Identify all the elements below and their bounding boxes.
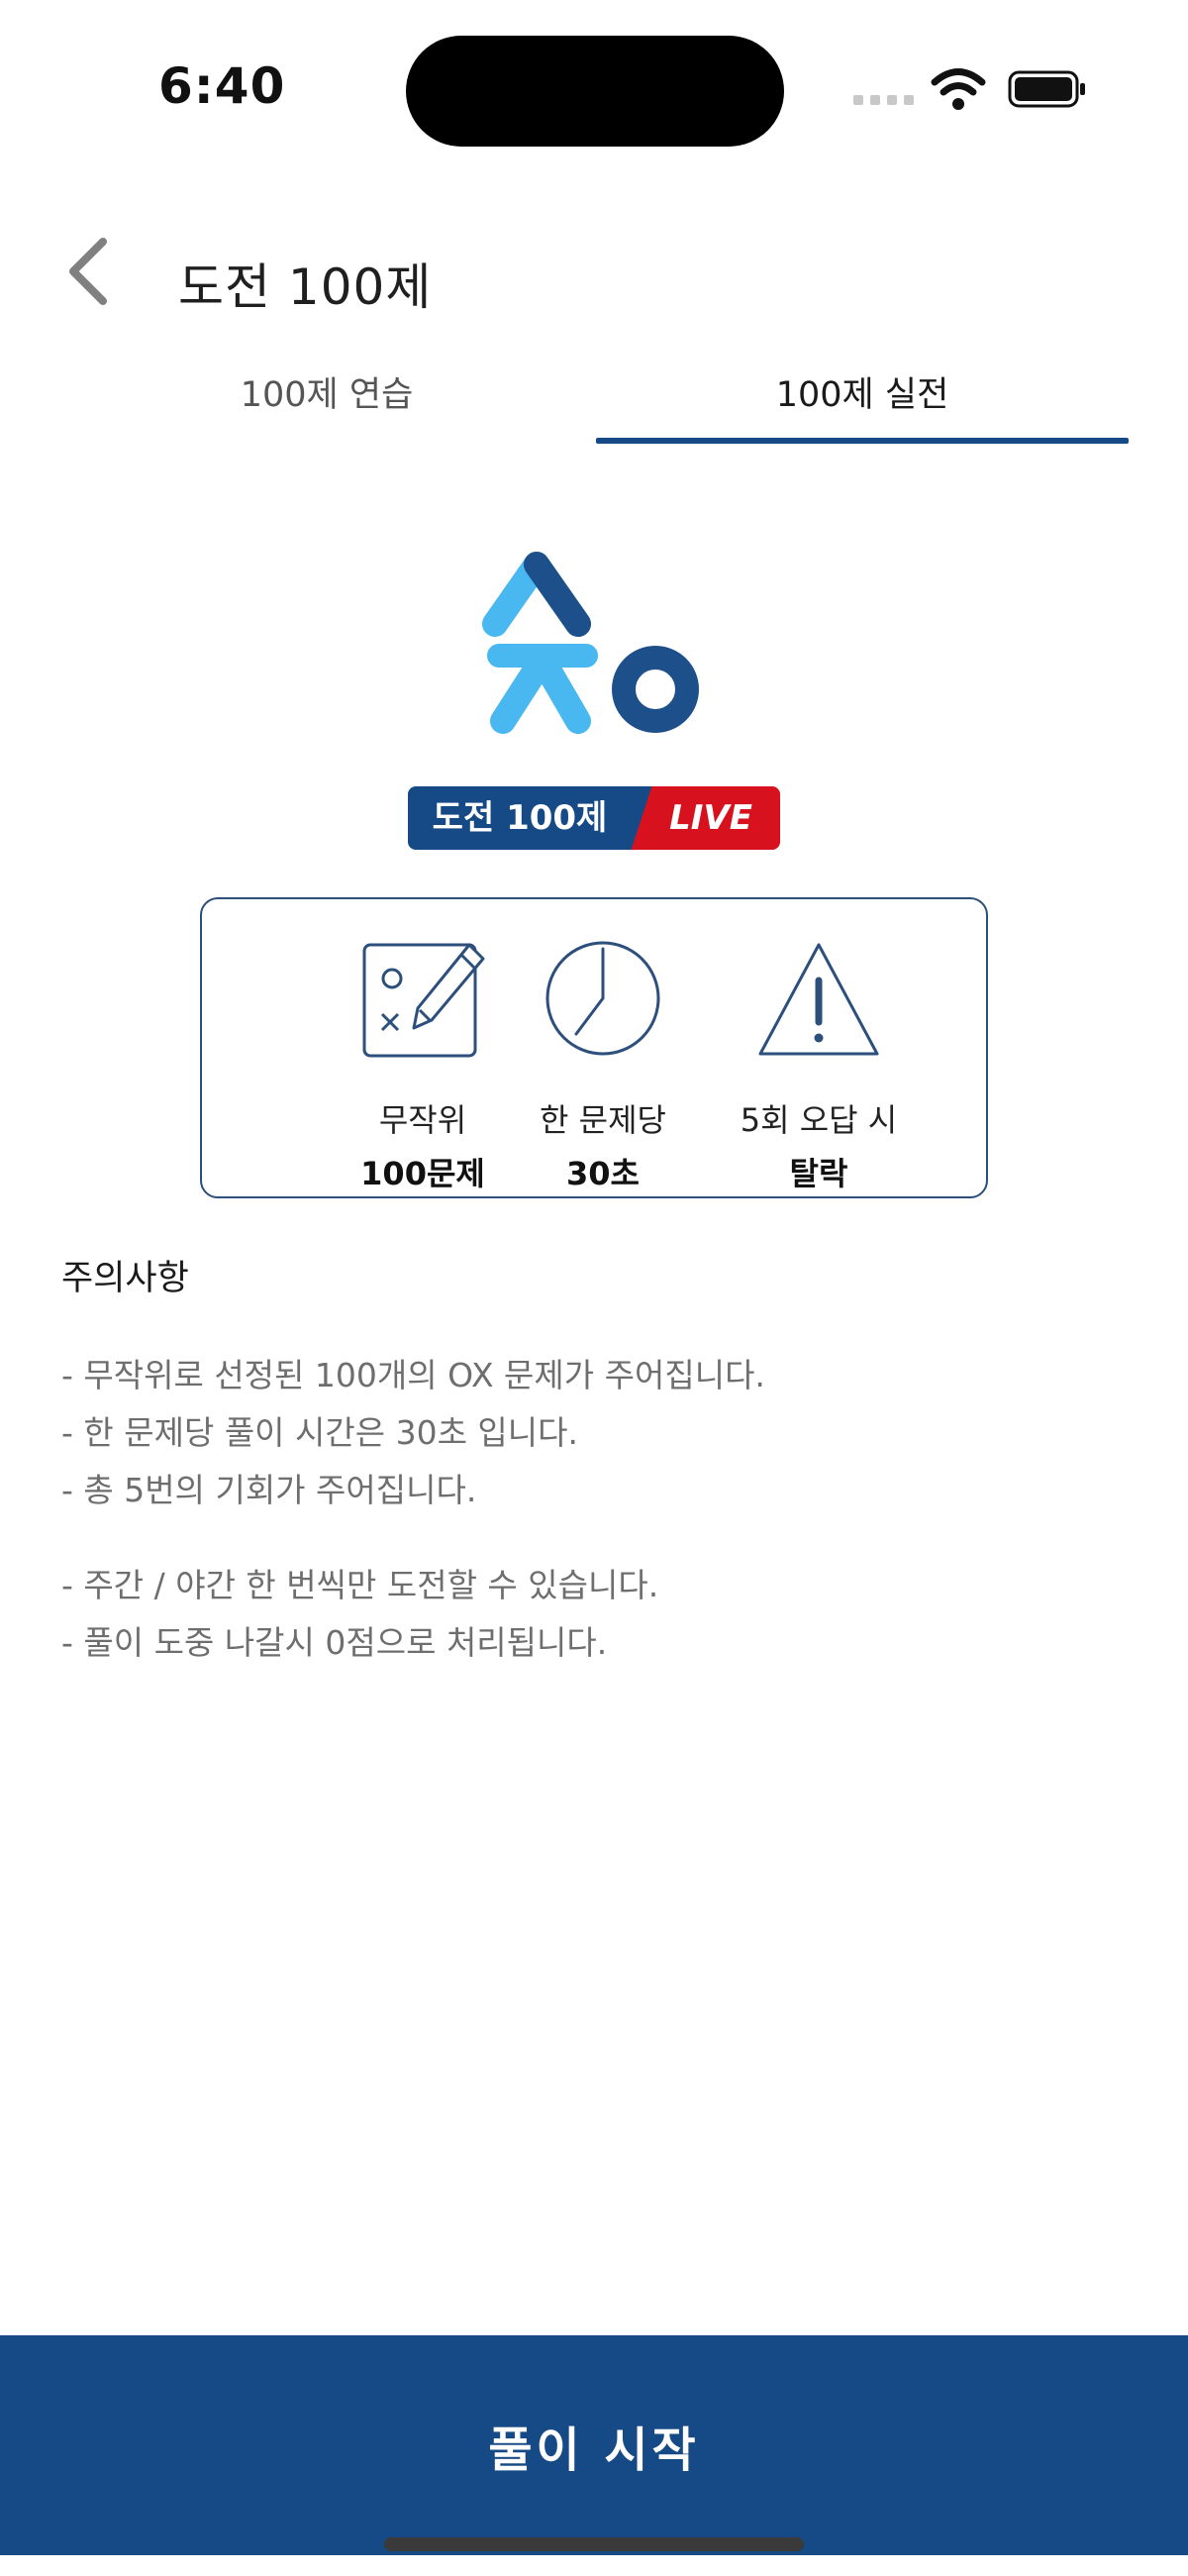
badge-live: LIVE <box>669 798 752 838</box>
header: 도전 100제 <box>0 218 1188 337</box>
dynamic-island <box>406 36 784 147</box>
battery-icon <box>1008 70 1085 108</box>
rule-time-limit: 한 문제당 30초 <box>489 935 717 1194</box>
rule-label-line2: 30초 <box>566 1155 640 1192</box>
wifi-icon <box>931 68 986 110</box>
notice-item: - 무작위로 선정된 100개의 OX 문제가 주어집니다. <box>61 1356 765 1394</box>
badge-title: 도전 100제 <box>432 798 608 838</box>
rules-card: 무작위 100문제 한 문제당 30초 5회 오답 시 탈락 <box>200 897 988 1198</box>
rule-label-line1: 5회 오답 시 <box>740 1101 898 1139</box>
tab-practice[interactable]: 100제 연습 <box>129 337 525 446</box>
cellular-signal-icon <box>853 95 914 105</box>
tab-live[interactable]: 100제 실전 <box>596 337 1129 446</box>
rule-label-line2: 탈락 <box>789 1155 848 1192</box>
start-solving-button[interactable]: 풀이 시작 <box>0 2335 1188 2555</box>
notice-item: - 주간 / 야간 한 번씩만 도전할 수 있습니다. <box>61 1566 659 1604</box>
notice-item: - 한 문제당 풀이 시간은 30초 입니다. <box>61 1413 579 1452</box>
status-bar: 6:40 <box>0 0 1188 178</box>
home-indicator <box>384 2537 804 2551</box>
tab-bar: 100제 연습 100제 실전 <box>0 337 1188 446</box>
rule-label-line1: 한 문제당 <box>540 1101 666 1139</box>
notice-title: 주의사항 <box>61 1259 189 1298</box>
app-logo <box>482 552 699 734</box>
challenge-live-badge: 도전 100제 LIVE <box>408 786 780 850</box>
notice-list: - 무작위로 선정된 100개의 OX 문제가 주어집니다. - 한 문제당 풀… <box>61 1347 1131 1672</box>
notice-item: - 총 5번의 기회가 주어집니다. <box>61 1471 477 1509</box>
page-title: 도전 100제 <box>178 258 433 316</box>
active-tab-indicator <box>596 438 1129 444</box>
status-time: 6:40 <box>158 57 286 115</box>
clock-icon <box>545 941 660 1056</box>
rule-elimination: 5회 오답 시 탈락 <box>705 935 933 1194</box>
screen: 6:40 도전 100제 100제 연습 100제 실전 도전 100제 LIV… <box>0 0 1188 2576</box>
notice-item: - 풀이 도중 나갈시 0점으로 처리됩니다. <box>61 1623 608 1662</box>
warning-icon <box>758 943 879 1056</box>
ox-pencil-icon <box>362 943 485 1058</box>
back-button[interactable] <box>59 232 119 311</box>
